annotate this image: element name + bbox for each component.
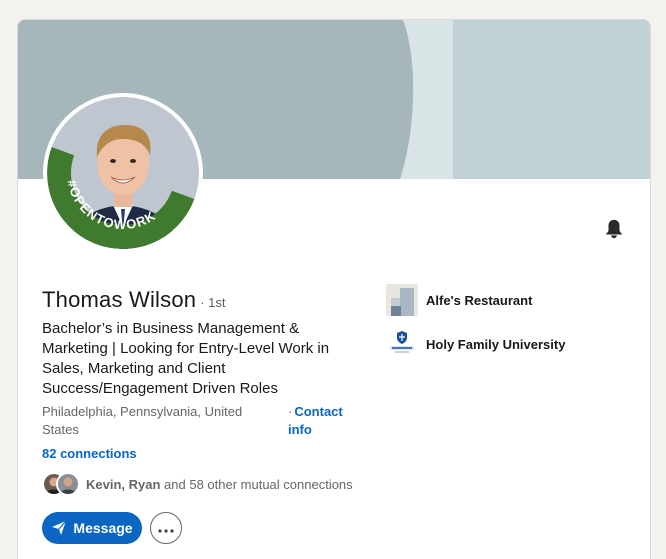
building-logo-icon [386, 284, 418, 316]
experience-company-name: Alfe's Restaurant [426, 292, 533, 308]
mutual-connections-text: Kevin, Ryan and 58 other mutual connecti… [86, 477, 353, 492]
mutual-connections[interactable]: Kevin, Ryan and 58 other mutual connecti… [42, 472, 353, 496]
experience-summary: Alfe's Restaurant Holy Family University [386, 284, 565, 372]
separator-dot: · [288, 404, 293, 419]
connection-degree: · 1st [200, 295, 226, 310]
profile-location: Philadelphia, Pennsylvania, United State… [42, 404, 243, 437]
mutual-avatar [56, 472, 80, 496]
mutual-rest: and 58 other mutual connections [160, 476, 353, 492]
connections-link[interactable]: 82 connections [42, 446, 137, 461]
experience-item[interactable]: Alfe's Restaurant [386, 284, 565, 316]
message-label: Message [73, 520, 133, 536]
profile-actions: Message [42, 512, 182, 544]
mutual-avatars [42, 472, 82, 496]
education-school-name: Holy Family University [426, 336, 566, 352]
profile-name: Thomas Wilson [42, 287, 197, 312]
contact-info-link[interactable]: · Contact info [288, 403, 358, 439]
more-actions-button[interactable] [150, 512, 182, 544]
profile-photo[interactable]: #OPENTOWORK [43, 93, 203, 253]
education-item[interactable]: Holy Family University [386, 328, 565, 360]
mutual-names: Kevin, Ryan [86, 476, 161, 492]
profile-headline: Bachelor’s in Business Management & Mark… [42, 320, 330, 397]
bell-icon[interactable] [601, 216, 627, 242]
ellipsis-icon [158, 521, 174, 536]
profile-card: #OPENTOWORK Thomas Wilson · 1st Bachelor… [17, 19, 651, 559]
send-icon [51, 520, 67, 536]
message-button[interactable]: Message [42, 512, 142, 544]
holy-family-logo-icon [386, 328, 418, 360]
profile-name-row: Thomas Wilson · 1st [42, 287, 226, 313]
contact-info-label: Contact info [288, 404, 343, 437]
